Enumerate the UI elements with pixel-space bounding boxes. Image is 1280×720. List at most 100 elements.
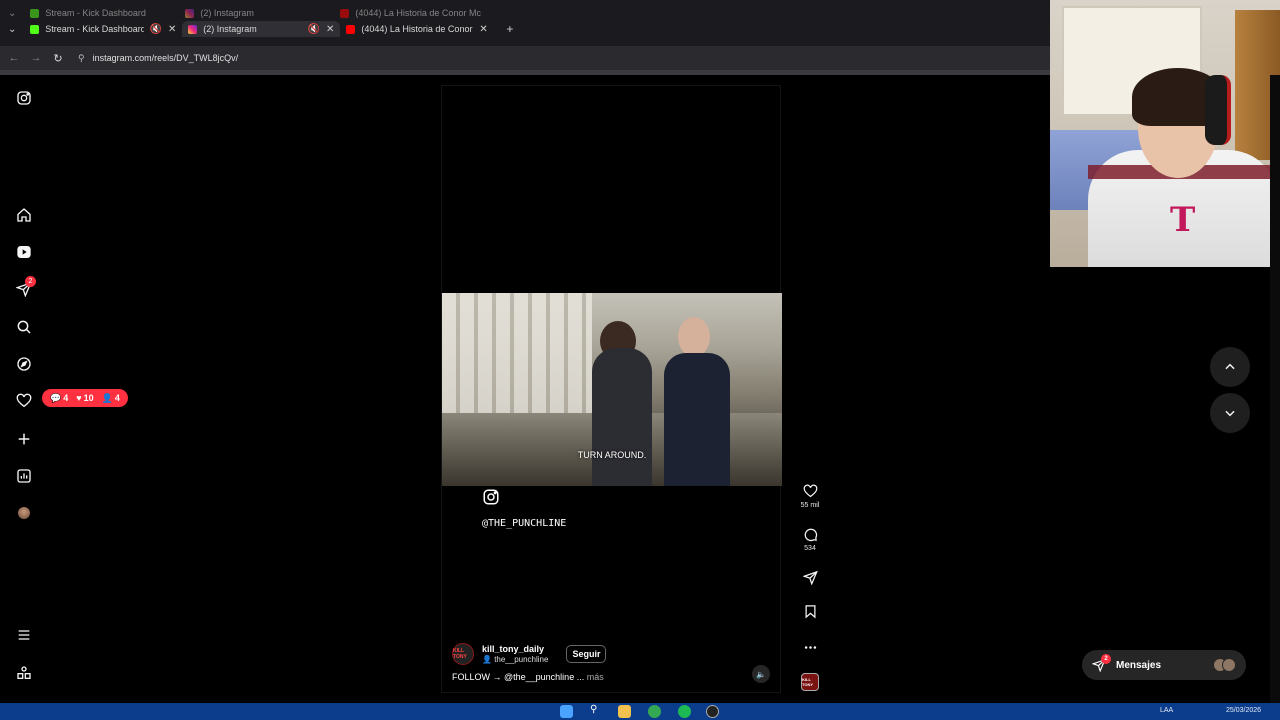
reel-video-frame[interactable]: TURN AROUND. — [442, 293, 782, 486]
audio-action[interactable]: KILL TONY — [796, 673, 824, 691]
tabstrip: ⌄ Stream - Kick Dashboard 🔇 ✕ (2) Instag… — [0, 21, 513, 37]
instagram-watermark-icon — [483, 489, 499, 505]
forward-button[interactable]: → — [28, 52, 44, 64]
follow-button[interactable]: Seguir — [566, 645, 607, 663]
instagram-sidebar: 2 — [0, 75, 48, 703]
next-reel-button[interactable] — [1210, 393, 1250, 433]
more-options-action[interactable] — [796, 640, 824, 655]
message-avatars — [1213, 658, 1236, 672]
ghost-tab-title: (4044) La Historia de Conor Mc — [355, 8, 481, 18]
like-count: ♥ 10 — [76, 393, 93, 403]
reels-icon[interactable] — [14, 242, 34, 262]
webcam-headset — [1205, 75, 1231, 145]
like-count-label: 55 mil — [800, 502, 820, 509]
comment-icon: 💬 — [50, 392, 62, 403]
instagram-logo-icon[interactable] — [14, 88, 34, 108]
browser-toolbar: ← → ↻ ⚲ instagram.com/reels/DV_TWL8jcQv/ — [0, 46, 1050, 70]
avatar — [18, 507, 30, 519]
close-tab-icon[interactable]: ✕ — [326, 24, 334, 35]
ghost-tab-instagram: (2) Instagram — [179, 5, 334, 21]
instagram-icon — [185, 8, 195, 18]
comment-action[interactable]: 534 — [796, 527, 824, 552]
more-apps-icon[interactable] — [14, 663, 34, 683]
like-action[interactable]: 55 mil — [796, 484, 824, 509]
tab-title: (4044) La Historia de Conor Mc — [361, 24, 473, 34]
browser-tabstrip: ⌄ Stream - Kick Dashboard (2) Instagram … — [0, 0, 1050, 46]
shelf-background — [442, 293, 592, 413]
address-bar[interactable]: ⚲ instagram.com/reels/DV_TWL8jcQv/ — [78, 53, 238, 64]
spotify-icon[interactable] — [678, 705, 691, 718]
overlay-handle: @THE_PUNCHLINE — [482, 518, 567, 529]
share-icon — [802, 570, 818, 585]
like-count-value: 10 — [83, 393, 94, 403]
site-info-icon[interactable]: ⚲ — [78, 53, 85, 64]
tab-youtube[interactable]: (4044) La Historia de Conor Mc ✕ — [340, 21, 498, 37]
file-explorer-icon[interactable] — [618, 705, 631, 718]
direct-messages-icon[interactable]: 2 — [14, 276, 36, 299]
profile-avatar[interactable] — [14, 503, 34, 523]
close-tab-icon[interactable]: ✕ — [479, 24, 487, 35]
author-names: kill_tony_daily 👤 the__punchline — [482, 644, 548, 664]
messages-badge: 2 — [1101, 654, 1111, 664]
taskbar-date[interactable]: 25/03/2026 — [1226, 707, 1261, 714]
kick-icon — [30, 8, 40, 18]
mute-button[interactable]: 🔈 — [752, 665, 770, 683]
comment-count-value: 4 — [63, 393, 69, 403]
save-action[interactable] — [796, 604, 824, 619]
reload-button[interactable]: ↻ — [50, 52, 66, 65]
collaborator-username: the__punchline — [494, 655, 549, 664]
youtube-icon — [346, 24, 356, 34]
menu-icon[interactable] — [14, 625, 34, 645]
chevron-up-icon — [1225, 363, 1235, 370]
heart-icon — [803, 484, 817, 498]
search-icon[interactable]: ⚲ — [590, 704, 603, 717]
bookmark-icon — [805, 605, 815, 619]
reel-author: KILL TONY kill_tony_daily 👤 the__punchli… — [452, 643, 607, 665]
share-action[interactable] — [796, 570, 824, 585]
author-username[interactable]: kill_tony_daily — [482, 644, 548, 654]
caption-more-link[interactable]: más — [587, 672, 604, 682]
app-icon[interactable] — [706, 705, 719, 718]
screen: ⌄ Stream - Kick Dashboard (2) Instagram … — [0, 0, 1280, 720]
follow-count: 👤 4 — [102, 393, 120, 404]
tab-kick-dashboard[interactable]: Stream - Kick Dashboard 🔇 ✕ — [24, 21, 182, 37]
back-button[interactable]: ← — [6, 52, 22, 64]
avatar — [1222, 658, 1236, 672]
url-text: instagram.com/reels/DV_TWL8jcQv/ — [92, 53, 239, 63]
caption-text: FOLLOW → @the__punchline ... — [452, 672, 585, 682]
tab-instagram[interactable]: (2) Instagram 🔇 ✕ — [182, 21, 341, 37]
start-icon[interactable] — [560, 705, 573, 718]
previous-reel-button[interactable] — [1210, 347, 1250, 387]
search-icon[interactable] — [14, 317, 34, 337]
video-subtitle: TURN AROUND. — [577, 450, 647, 460]
webcam-overlay: T — [1050, 0, 1280, 267]
messages-icon: 2 — [1091, 654, 1111, 673]
messages-button[interactable]: 2 Mensajes — [1082, 650, 1246, 680]
notifications-heart-icon[interactable] — [14, 391, 34, 411]
home-icon[interactable] — [14, 205, 34, 225]
tab-title: (2) Instagram — [203, 24, 257, 34]
chrome-icon[interactable] — [648, 705, 661, 718]
tabstrip-ghost: ⌄ Stream - Kick Dashboard (2) Instagram … — [0, 5, 489, 21]
mute-tab-icon[interactable]: 🔇 — [308, 24, 320, 35]
new-tab-button[interactable]: + — [506, 22, 513, 36]
officer-figure — [664, 353, 730, 486]
kick-icon — [30, 24, 40, 34]
speaker-icon: 🔈 — [756, 669, 766, 679]
ghost-tab-youtube: (4044) La Historia de Conor Mc — [334, 5, 489, 21]
heart-icon: ♥ — [76, 393, 82, 403]
author-avatar[interactable]: KILL TONY — [452, 643, 474, 665]
create-icon[interactable] — [14, 429, 34, 449]
mute-tab-icon[interactable]: 🔇 — [150, 24, 162, 35]
direct-badge: 2 — [25, 276, 36, 287]
more-dots-icon — [804, 646, 816, 649]
notification-summary-pill[interactable]: 💬 4 ♥ 10 👤 4 — [42, 389, 128, 407]
explore-icon[interactable] — [14, 354, 34, 374]
close-tab-icon[interactable]: ✕ — [168, 24, 176, 35]
page-scrollbar[interactable] — [1270, 75, 1280, 703]
collaborator[interactable]: 👤 the__punchline — [482, 655, 548, 664]
dashboard-icon[interactable] — [14, 466, 34, 486]
reel-player[interactable]: TURN AROUND. @THE_PUNCHLINE KILL TONY ki… — [441, 85, 782, 693]
keyboard-language[interactable]: LAA — [1160, 707, 1173, 714]
tab-search-button[interactable]: ⌄ — [8, 24, 16, 35]
